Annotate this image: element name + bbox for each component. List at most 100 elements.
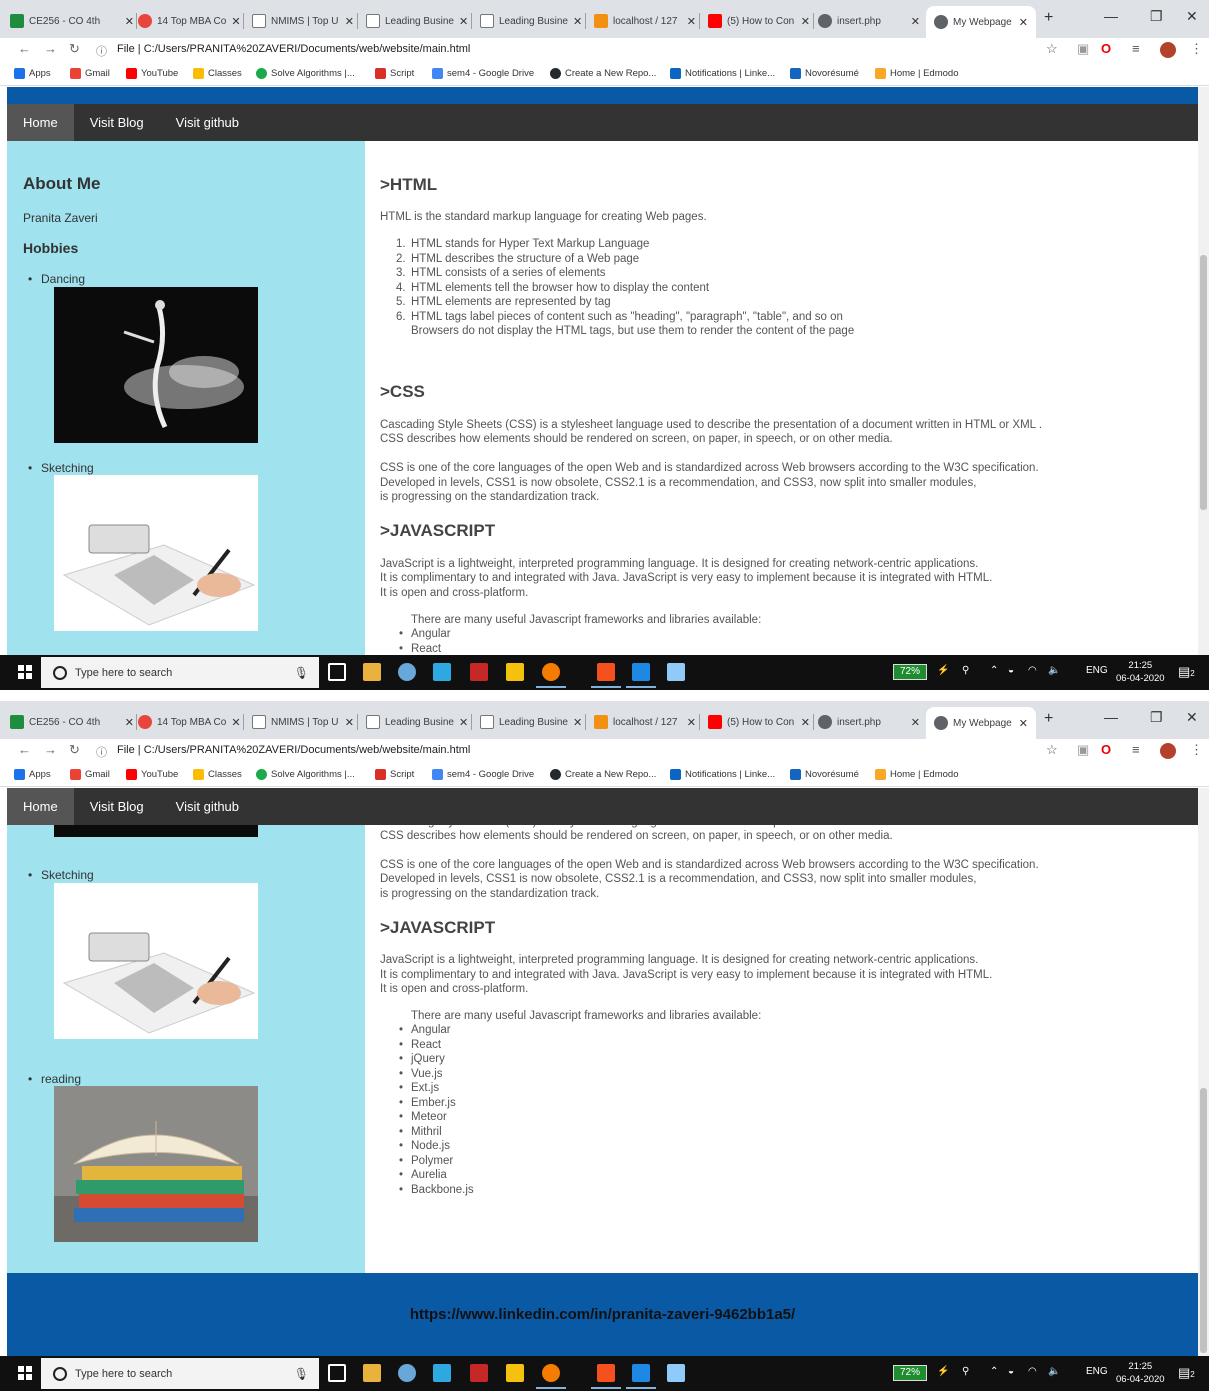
close-icon[interactable]: ✕ (459, 15, 468, 28)
tray-chevron-icon[interactable]: ⌃ (990, 665, 998, 676)
browser-tab-active[interactable]: My Webpage ✕ (926, 707, 1036, 739)
bookmark-gmail[interactable]: Gmail (70, 769, 110, 780)
close-icon[interactable]: ✕ (573, 716, 582, 729)
browser-tab[interactable]: NMIMS | Top U ✕ (252, 9, 354, 33)
restore-icon[interactable]: ❐ (1150, 709, 1163, 726)
opera-icon[interactable]: O (1101, 41, 1111, 56)
notification-icon[interactable]: ▤2 (1178, 664, 1195, 680)
people-icon[interactable]: ⚲ (962, 665, 969, 676)
scrollbar[interactable] (1198, 87, 1209, 655)
paint-icon[interactable] (398, 663, 416, 681)
bookmark-star-icon[interactable]: ☆ (1046, 742, 1058, 758)
bookmark-youtube[interactable]: YouTube (126, 68, 178, 79)
close-icon[interactable]: ✕ (1019, 717, 1028, 730)
restore-icon[interactable]: ❐ (1150, 8, 1163, 25)
close-icon[interactable]: ✕ (573, 15, 582, 28)
bookmark-gmail[interactable]: Gmail (70, 68, 110, 79)
browser-tab[interactable]: NMIMS | Top U ✕ (252, 710, 354, 734)
reload-icon[interactable]: ↻ (69, 742, 80, 758)
new-tab-button[interactable]: + (1044, 710, 1053, 728)
chrome-icon[interactable] (536, 663, 566, 688)
bookmark-apps[interactable]: Apps (14, 68, 51, 79)
xampp-icon[interactable] (591, 1364, 621, 1389)
wifi-icon[interactable]: ◠ (1028, 665, 1037, 676)
vscode-icon[interactable] (626, 1364, 656, 1389)
close-icon[interactable]: ✕ (801, 716, 810, 729)
people-icon[interactable]: ⚲ (962, 1366, 969, 1377)
mcafee-icon[interactable] (470, 1364, 488, 1382)
bookmark-github[interactable]: Create a New Repo... (550, 769, 656, 780)
bookmark-drive[interactable]: sem4 - Google Drive (432, 769, 534, 780)
vscode-icon[interactable] (626, 663, 656, 688)
browser-tab[interactable]: Leading Busine ✕ (480, 9, 582, 33)
bookmark-hackerrank[interactable]: Solve Algorithms |... (256, 68, 355, 79)
wifi-icon[interactable]: ◠ (1028, 1366, 1037, 1377)
volume-icon[interactable]: 🔈 (1048, 1366, 1060, 1377)
network-icon[interactable]: ◒ (1008, 1366, 1014, 1377)
nav-visit-blog[interactable]: Visit Blog (74, 104, 160, 141)
windows-start-icon[interactable] (18, 1366, 32, 1380)
close-icon[interactable]: ✕ (911, 15, 920, 28)
scrollbar-thumb[interactable] (1200, 255, 1207, 510)
file-explorer-icon[interactable] (363, 663, 381, 681)
close-icon[interactable]: ✕ (231, 716, 240, 729)
forward-icon[interactable]: → (44, 41, 57, 56)
taskbar-search[interactable]: Type here to search 🎙 (41, 1358, 319, 1389)
scrollbar[interactable] (1198, 788, 1209, 1356)
browser-tab-active[interactable]: My Webpage ✕ (926, 6, 1036, 38)
nav-home[interactable]: Home (7, 104, 74, 141)
task-view-icon[interactable] (328, 663, 346, 681)
bookmark-youtube[interactable]: YouTube (126, 769, 178, 780)
close-window-icon[interactable]: ✕ (1186, 709, 1198, 726)
browser-tab[interactable]: CE256 - CO 4th ✕ (10, 710, 134, 734)
bookmark-edmodo[interactable]: Home | Edmodo (875, 769, 958, 780)
bookmark-linkedin[interactable]: Notifications | Linke... (670, 68, 775, 79)
paint-icon[interactable] (398, 1364, 416, 1382)
microphone-icon[interactable]: 🎙 (294, 1367, 309, 1381)
bookmark-edmodo[interactable]: Home | Edmodo (875, 68, 958, 79)
bookmark-classes[interactable]: Classes (193, 769, 242, 780)
close-icon[interactable]: ✕ (687, 716, 696, 729)
taskbar-search[interactable]: Type here to search 🎙 (41, 657, 319, 688)
nav-visit-blog[interactable]: Visit Blog (74, 788, 160, 825)
close-icon[interactable]: ✕ (345, 716, 354, 729)
sticky-notes-icon[interactable] (506, 663, 524, 681)
battery-indicator[interactable]: 72% (893, 664, 927, 680)
minimize-icon[interactable]: — (1104, 8, 1118, 24)
new-tab-button[interactable]: + (1044, 9, 1053, 27)
avatar[interactable] (1160, 42, 1176, 58)
close-icon[interactable]: ✕ (125, 15, 134, 28)
mcafee-icon[interactable] (470, 663, 488, 681)
xampp-icon[interactable] (591, 663, 621, 688)
nav-visit-github[interactable]: Visit github (160, 788, 255, 825)
language-indicator[interactable]: ENG (1086, 665, 1108, 676)
extension-icon[interactable]: ▣ (1077, 742, 1089, 758)
menu-icon[interactable]: ⋮ (1190, 742, 1203, 758)
file-explorer-icon[interactable] (363, 1364, 381, 1382)
bookmark-github[interactable]: Create a New Repo... (550, 68, 656, 79)
browser-tab[interactable]: insert.php ✕ (818, 9, 920, 33)
battery-indicator[interactable]: 72% (893, 1365, 927, 1381)
browser-tab[interactable]: CE256 - CO 4th ✕ (10, 9, 134, 33)
bookmark-script[interactable]: Script (375, 769, 414, 780)
bookmark-classes[interactable]: Classes (193, 68, 242, 79)
menu-icon[interactable]: ⋮ (1190, 41, 1203, 57)
browser-tab[interactable]: 14 Top MBA Co ✕ (138, 9, 240, 33)
app-l-icon[interactable] (433, 1364, 451, 1382)
app-icon[interactable] (667, 1364, 685, 1382)
opera-icon[interactable]: O (1101, 742, 1111, 757)
close-icon[interactable]: ✕ (1019, 16, 1028, 29)
close-icon[interactable]: ✕ (231, 15, 240, 28)
close-icon[interactable]: ✕ (125, 716, 134, 729)
forward-icon[interactable]: → (44, 742, 57, 757)
sticky-notes-icon[interactable] (506, 1364, 524, 1382)
chrome-icon[interactable] (536, 1364, 566, 1389)
browser-tab[interactable]: Leading Busine ✕ (366, 710, 468, 734)
address-bar[interactable]: File | C:/Users/PRANITA%20ZAVERI/Documen… (117, 43, 470, 55)
playlist-icon[interactable]: ≡ (1132, 41, 1140, 56)
browser-tab[interactable]: localhost / 127 ✕ (594, 710, 696, 734)
app-icon[interactable] (667, 663, 685, 681)
clock[interactable]: 21:25 06-04-2020 (1116, 659, 1165, 685)
browser-tab[interactable]: insert.php ✕ (818, 710, 920, 734)
browser-tab[interactable]: Leading Busine ✕ (366, 9, 468, 33)
